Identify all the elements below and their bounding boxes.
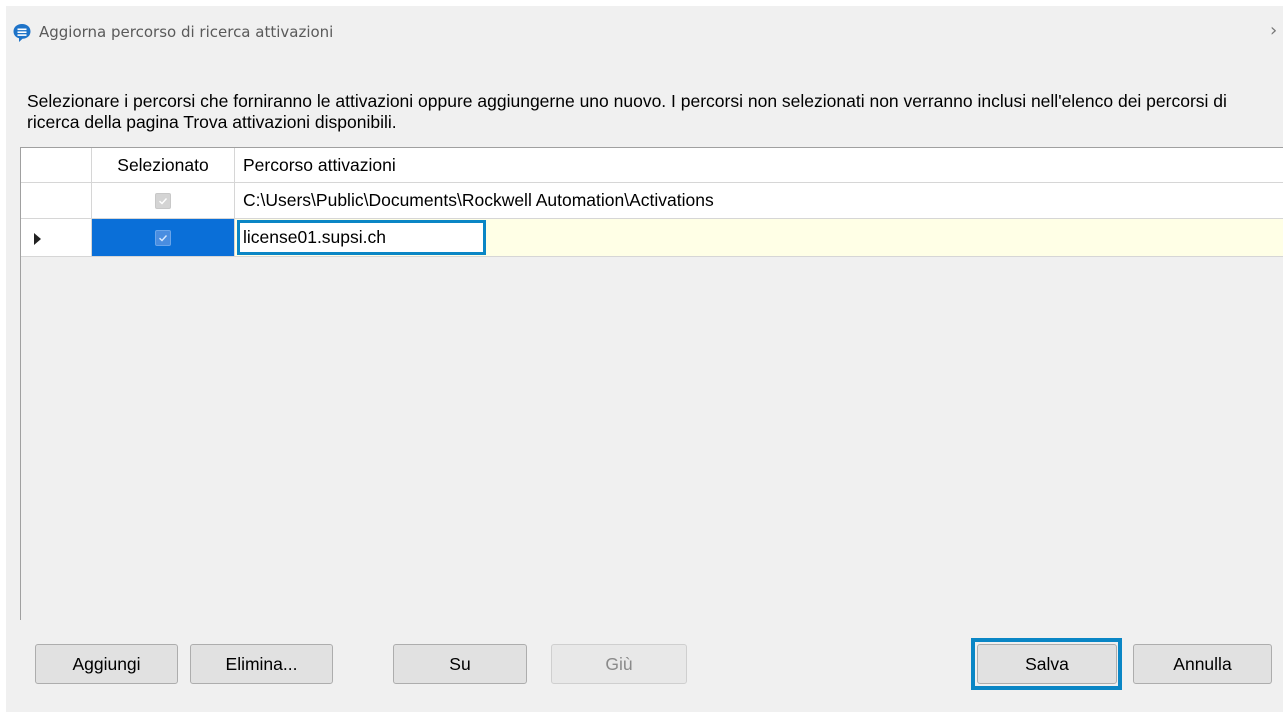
- window-title: Aggiorna percorso di ricerca attivazioni: [39, 23, 334, 41]
- add-button[interactable]: Aggiungi: [35, 644, 178, 684]
- grid-header: Selezionato Percorso attivazioni: [21, 148, 1283, 183]
- dialog-window: Aggiorna percorso di ricerca attivazioni…: [6, 6, 1283, 712]
- paths-grid: Selezionato Percorso attivazioni C:\User…: [20, 147, 1283, 620]
- row-header-column: [21, 148, 92, 182]
- selected-cell[interactable]: [92, 183, 235, 218]
- path-edit-field[interactable]: license01.supsi.ch: [237, 220, 486, 255]
- table-row[interactable]: license01.supsi.ch: [21, 219, 1283, 257]
- row-header[interactable]: [21, 219, 92, 256]
- cancel-button[interactable]: Annulla: [1133, 644, 1272, 684]
- checkmark-icon: [159, 235, 168, 242]
- table-row[interactable]: C:\Users\Public\Documents\Rockwell Autom…: [21, 183, 1283, 219]
- selected-cell[interactable]: [92, 219, 235, 256]
- checkmark-icon: [159, 198, 168, 205]
- close-icon[interactable]: ›: [1270, 20, 1277, 41]
- selected-checkbox[interactable]: [155, 230, 171, 246]
- row-header[interactable]: [21, 183, 92, 218]
- column-header-selected[interactable]: Selezionato: [92, 148, 235, 182]
- delete-button[interactable]: Elimina...: [190, 644, 333, 684]
- current-row-arrow-icon: [34, 233, 41, 245]
- save-button-highlight: [971, 638, 1122, 690]
- selected-checkbox[interactable]: [155, 193, 171, 209]
- path-cell[interactable]: license01.supsi.ch: [235, 219, 1283, 256]
- move-down-button[interactable]: Giù: [551, 644, 687, 684]
- column-header-path[interactable]: Percorso attivazioni: [235, 148, 1283, 182]
- move-up-button[interactable]: Su: [393, 644, 527, 684]
- path-cell[interactable]: C:\Users\Public\Documents\Rockwell Autom…: [235, 183, 1283, 218]
- chat-bubble-icon: [12, 23, 32, 43]
- instructions-text: Selezionare i percorsi che forniranno le…: [27, 91, 1227, 132]
- title-bar: Aggiorna percorso di ricerca attivazioni…: [6, 6, 1283, 60]
